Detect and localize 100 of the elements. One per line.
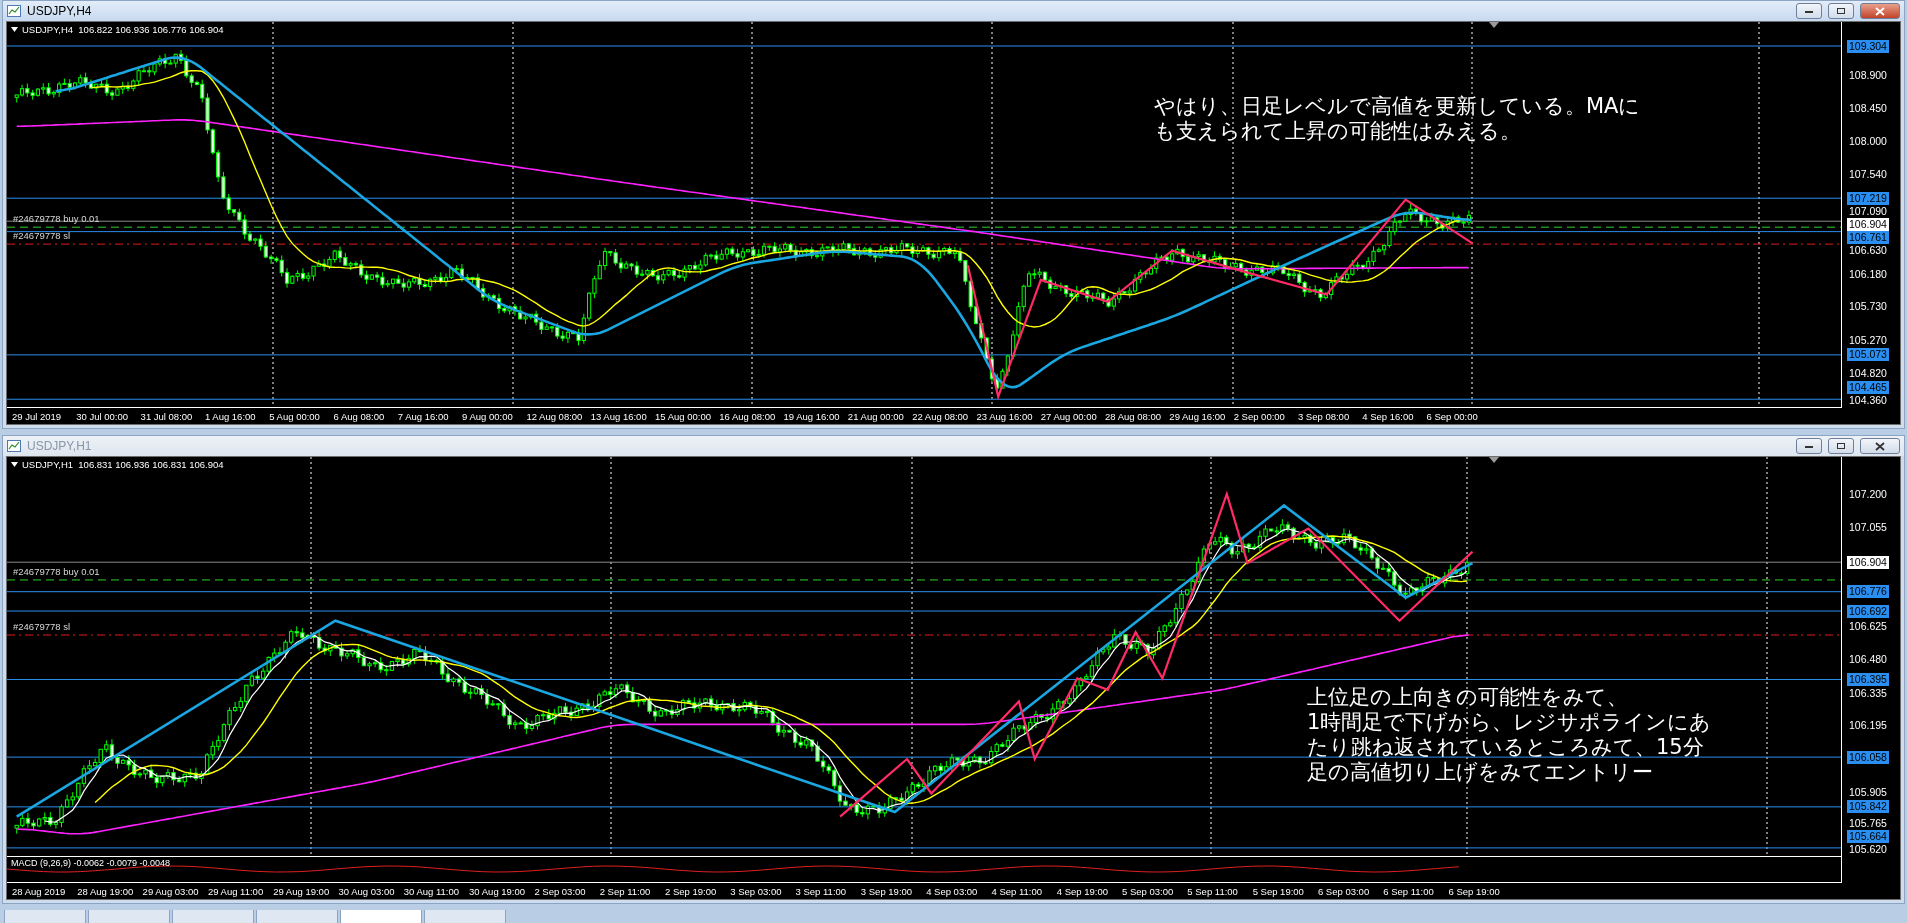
time-label: 29 Aug 03:00	[142, 885, 200, 897]
time-label: 7 Aug 16:00	[397, 410, 450, 422]
price-label: 109.304	[1847, 39, 1889, 53]
price-label: 106.195	[1848, 719, 1888, 733]
time-label: 31 Jul 08:00	[140, 410, 194, 422]
time-label: 5 Sep 11:00	[1187, 885, 1239, 897]
macd-label: MACD (9,26,9) -0.0062 -0.0079 -0.0048	[11, 858, 171, 868]
time-label: 30 Aug 19:00	[469, 885, 527, 897]
time-label: 5 Sep 03:00	[1122, 885, 1175, 897]
restore-icon	[1836, 7, 1846, 15]
price-label: 106.625	[1848, 619, 1888, 633]
time-label: 30 Jul 00:00	[76, 410, 130, 422]
chart-header: USDJPY,H4 106.822 106.936 106.776 106.904	[22, 24, 224, 35]
time-label: 9 Aug 00:00	[462, 410, 514, 422]
time-label: 29 Aug 11:00	[207, 885, 265, 897]
close-button[interactable]	[1860, 3, 1900, 19]
price-label: 105.905	[1848, 785, 1888, 799]
close-icon	[1875, 441, 1885, 451]
time-label: 30 Aug 03:00	[338, 885, 396, 897]
order-label: #24679778 sl	[13, 621, 71, 632]
restore-button[interactable]	[1828, 438, 1854, 454]
annotation-text: 上位足の上向きの可能性をみて、 1時間足で下げから、レジサポラインにあ たり跳ね返されているところみて、15分 足の高値切り上げをみてエントリー	[1307, 685, 1712, 785]
price-label: 107.200	[1848, 487, 1888, 501]
price-label: 106.395	[1847, 672, 1889, 686]
window-title: USDJPY,H4	[27, 4, 93, 18]
price-label: 105.842	[1847, 800, 1889, 814]
price-label: 106.776	[1847, 585, 1889, 599]
time-label: 23 Aug 16:00	[976, 410, 1034, 422]
restore-icon	[1836, 442, 1846, 450]
time-label: 22 Aug 08:00	[912, 410, 970, 422]
price-label: 107.540	[1848, 168, 1888, 182]
time-label: 6 Sep 00:00	[1426, 410, 1479, 422]
price-label: 106.692	[1847, 604, 1889, 618]
restore-button[interactable]	[1828, 3, 1854, 19]
time-label: 29 Jul 2019	[12, 410, 63, 422]
close-button[interactable]	[1860, 438, 1900, 454]
time-label: 4 Sep 16:00	[1362, 410, 1415, 422]
time-label: 15 Aug 00:00	[654, 410, 712, 422]
minimize-button[interactable]	[1796, 438, 1822, 454]
time-label: 5 Sep 19:00	[1252, 885, 1305, 897]
time-label: 2 Sep 19:00	[664, 885, 718, 897]
price-label: 106.335	[1848, 686, 1888, 700]
price-label: 108.450	[1848, 101, 1888, 115]
price-label: 105.664	[1847, 830, 1889, 843]
time-label: 6 Sep 19:00	[1448, 885, 1501, 897]
price-label: 105.620	[1848, 843, 1888, 856]
order-label: #24679778 buy 0.01	[13, 565, 100, 577]
price-label: 108.000	[1848, 134, 1888, 148]
price-label: 106.058	[1847, 750, 1889, 764]
minimize-icon	[1804, 8, 1814, 14]
dropdown-triangle-icon[interactable]	[11, 462, 18, 467]
time-label: 1 Aug 16:00	[204, 410, 257, 422]
time-label: 29 Aug 19:00	[273, 885, 331, 897]
time-label: 2 Sep 03:00	[534, 885, 587, 897]
time-label: 6 Sep 03:00	[1317, 885, 1371, 897]
time-label: 29 Aug 16:00	[1169, 410, 1227, 422]
price-label: 106.904	[1847, 217, 1889, 231]
price-label: 105.270	[1848, 333, 1888, 347]
time-label: 6 Aug 08:00	[333, 410, 386, 422]
time-label: 3 Sep 08:00	[1297, 410, 1351, 422]
price-label: 106.180	[1848, 267, 1888, 281]
price-label: 106.904	[1847, 555, 1889, 569]
time-label: 21 Aug 00:00	[847, 410, 905, 422]
price-label: 107.090	[1848, 204, 1888, 218]
price-label: 108.900	[1848, 69, 1888, 82]
time-label: 3 Sep 19:00	[860, 885, 914, 897]
time-label: 27 Aug 00:00	[1040, 410, 1098, 422]
price-label: 105.730	[1848, 300, 1888, 314]
price-label: 104.465	[1847, 381, 1889, 394]
minimize-icon	[1804, 443, 1814, 449]
time-label: 19 Aug 16:00	[783, 410, 841, 422]
time-label: 16 Aug 08:00	[719, 410, 777, 422]
time-label: 12 Aug 08:00	[526, 410, 584, 422]
time-label: 30 Aug 11:00	[403, 885, 461, 897]
time-label: 3 Sep 11:00	[795, 885, 848, 897]
price-label: 106.480	[1848, 653, 1888, 667]
time-label: 5 Aug 00:00	[269, 410, 321, 422]
order-label: #24679778 buy 0.01	[13, 213, 100, 225]
close-icon	[1875, 6, 1885, 16]
time-label: 2 Sep 00:00	[1233, 410, 1286, 422]
annotation-text: やはり、日足レベルで高値を更新している。MAに も支えられて上昇の可能性はみえる。	[1154, 94, 1641, 144]
order-label: #24679778 sl	[13, 230, 71, 242]
price-label: 104.360	[1848, 394, 1888, 407]
chart-icon	[7, 5, 21, 17]
time-label: 4 Sep 11:00	[991, 885, 1043, 897]
time-label: 2 Sep 11:00	[599, 885, 652, 897]
window-title: USDJPY,H1	[27, 439, 93, 453]
time-label: 4 Sep 03:00	[926, 885, 979, 897]
price-label: 105.073	[1847, 348, 1889, 362]
time-label: 28 Aug 08:00	[1105, 410, 1163, 422]
dropdown-triangle-icon[interactable]	[11, 27, 18, 32]
chart-tab[interactable]	[340, 910, 422, 923]
price-label: 107.219	[1847, 191, 1889, 205]
time-label: 4 Sep 19:00	[1056, 885, 1109, 897]
chart-header: USDJPY,H1 106.831 106.936 106.831 106.904	[22, 459, 224, 470]
chart-icon	[7, 440, 21, 452]
minimize-button[interactable]	[1796, 3, 1822, 19]
time-label: 28 Aug 19:00	[77, 885, 135, 897]
price-label: 106.630	[1848, 243, 1888, 257]
time-label: 6 Sep 11:00	[1383, 885, 1435, 897]
